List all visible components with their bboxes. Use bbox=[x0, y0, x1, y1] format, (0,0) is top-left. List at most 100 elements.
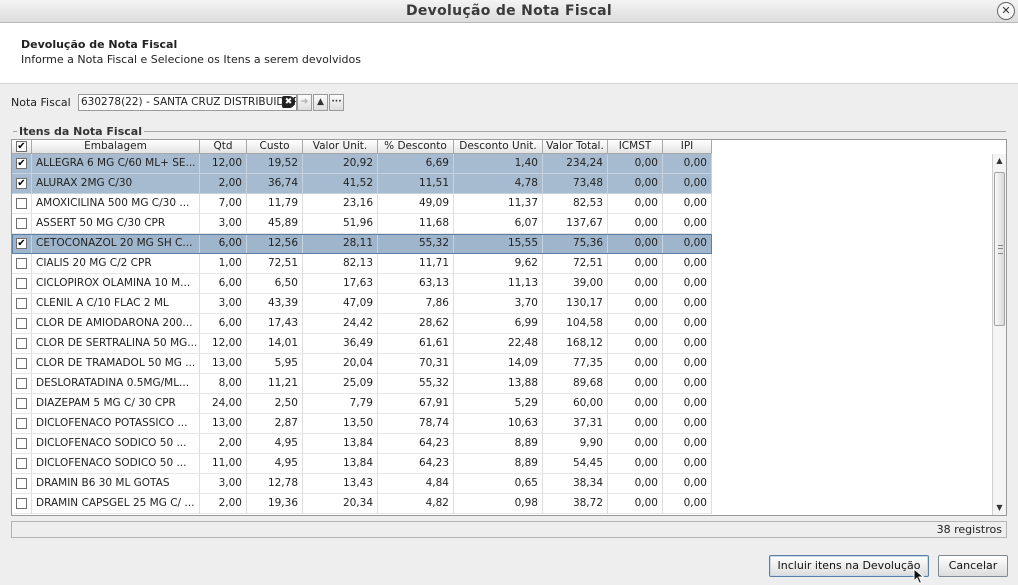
scroll-thumb[interactable] bbox=[994, 172, 1005, 326]
column-header[interactable]: IPI bbox=[663, 140, 712, 154]
select-all-checkbox[interactable]: ✔ bbox=[12, 140, 32, 154]
table-row[interactable]: CLOR DE AMIODARONA 200... 6,00 17,43 24,42 2… bbox=[12, 314, 712, 334]
cell-value: 3,00 bbox=[200, 474, 247, 494]
checkbox-checked-icon[interactable]: ✔ bbox=[16, 238, 27, 249]
cell-embalagem: CICLOPIROX OLAMINA 10 M... bbox=[32, 274, 200, 294]
include-items-button[interactable]: Incluir itens na Devolução bbox=[769, 555, 929, 577]
cell-value: 7,86 bbox=[378, 294, 454, 314]
cell-value: 4,95 bbox=[247, 434, 303, 454]
row-checkbox-cell[interactable] bbox=[12, 374, 32, 394]
close-icon[interactable]: ✕ bbox=[997, 2, 1015, 20]
checkbox-unchecked-icon[interactable] bbox=[16, 478, 27, 489]
cell-embalagem: DICLOFENACO SODICO 50 ... bbox=[32, 454, 200, 474]
table-row[interactable]: DICLOFENACO SODICO 50 ... 11,00 4,95 13,84 6… bbox=[12, 454, 712, 474]
table-row[interactable]: CLOR DE TRAMADOL 50 MG ... 13,00 5,95 20,04… bbox=[12, 354, 712, 374]
row-checkbox-cell[interactable] bbox=[12, 454, 32, 474]
checkbox-unchecked-icon[interactable] bbox=[16, 218, 27, 229]
clear-icon[interactable]: ✖ bbox=[282, 96, 295, 108]
row-checkbox-cell[interactable] bbox=[12, 434, 32, 454]
row-checkbox-cell[interactable] bbox=[12, 314, 32, 334]
checkbox-unchecked-icon[interactable] bbox=[16, 498, 27, 509]
nota-fiscal-input[interactable]: 630278(22) - SANTA CRUZ DISTRIBUIDORA bbox=[78, 94, 297, 111]
checkbox-unchecked-icon[interactable] bbox=[16, 338, 27, 349]
vertical-scrollbar[interactable]: ▲ ▼ bbox=[992, 154, 1006, 515]
table-row[interactable]: DIAZEPAM 5 MG C/ 30 CPR 24,00 2,50 7,79 67,9… bbox=[12, 394, 712, 414]
checkbox-unchecked-icon[interactable] bbox=[16, 418, 27, 429]
checkbox-unchecked-icon[interactable] bbox=[16, 258, 27, 269]
column-header[interactable]: Custo bbox=[247, 140, 303, 154]
table-row[interactable]: CIALIS 20 MG C/2 CPR 1,00 72,51 82,13 11,71 9… bbox=[12, 254, 712, 274]
table-row[interactable]: ✔ CETOCONAZOL 20 MG SH C... 6,00 12,56 28,11… bbox=[12, 234, 712, 254]
row-checkbox-cell[interactable] bbox=[12, 354, 32, 374]
table-row[interactable]: DESLORATADINA 0.5MG/ML... 8,00 11,21 25,09 5… bbox=[12, 374, 712, 394]
table-row[interactable]: DICLOFENACO SODICO 50 ... 2,00 4,95 13,84 64… bbox=[12, 434, 712, 454]
row-checkbox-cell[interactable]: ✔ bbox=[12, 174, 32, 194]
cell-value: 12,78 bbox=[247, 474, 303, 494]
cell-value: 7,00 bbox=[200, 194, 247, 214]
column-header[interactable]: Qtd bbox=[200, 140, 247, 154]
table-row[interactable]: DRAMIN B6 30 ML GOTAS 3,00 12,78 13,43 4,84 0… bbox=[12, 474, 712, 494]
row-checkbox-cell[interactable] bbox=[12, 474, 32, 494]
cancel-button[interactable]: Cancelar bbox=[938, 555, 1008, 577]
table-row[interactable]: ASSERT 50 MG C/30 CPR 3,00 45,89 51,96 11,68… bbox=[12, 214, 712, 234]
table-row[interactable]: ✔ ALLEGRA 6 MG C/60 ML+ SE... 12,00 19,52 20… bbox=[12, 154, 712, 174]
cell-value: 36,49 bbox=[303, 334, 378, 354]
table-row[interactable]: CLENIL A C/10 FLAC 2 ML 3,00 43,39 47,09 7,8… bbox=[12, 294, 712, 314]
row-checkbox-cell[interactable] bbox=[12, 414, 32, 434]
cell-value: 0,00 bbox=[608, 194, 663, 214]
row-checkbox-cell[interactable] bbox=[12, 254, 32, 274]
table-row[interactable]: AMOXICILINA 500 MG C/30 ... 7,00 11,79 23,1… bbox=[12, 194, 712, 214]
checkbox-unchecked-icon[interactable] bbox=[16, 358, 27, 369]
scroll-down-icon[interactable]: ▼ bbox=[993, 501, 1006, 515]
cell-value: 0,00 bbox=[663, 214, 712, 234]
cell-value: 24,00 bbox=[200, 394, 247, 414]
checkbox-unchecked-icon[interactable] bbox=[16, 298, 27, 309]
column-header[interactable]: Embalagem bbox=[32, 140, 200, 154]
column-header[interactable]: Valor Unit. bbox=[303, 140, 378, 154]
table-row[interactable]: CICLOPIROX OLAMINA 10 M... 6,00 6,50 17,63 6… bbox=[12, 274, 712, 294]
up-arrow-icon[interactable]: ▲ bbox=[313, 94, 328, 111]
checkbox-unchecked-icon[interactable] bbox=[16, 278, 27, 289]
cell-value: 73,48 bbox=[543, 174, 608, 194]
cell-value: 0,00 bbox=[608, 274, 663, 294]
column-header[interactable]: Desconto Unit. bbox=[454, 140, 543, 154]
row-checkbox-cell[interactable]: ✔ bbox=[12, 234, 32, 254]
column-header[interactable]: Valor Total. bbox=[543, 140, 608, 154]
row-checkbox-cell[interactable] bbox=[12, 494, 32, 514]
more-options-icon[interactable]: ··· bbox=[329, 94, 344, 111]
checkbox-unchecked-icon[interactable] bbox=[16, 318, 27, 329]
row-checkbox-cell[interactable] bbox=[12, 274, 32, 294]
go-arrow-icon[interactable]: ➔ bbox=[297, 94, 312, 111]
scroll-up-icon[interactable]: ▲ bbox=[993, 154, 1006, 168]
row-checkbox-cell[interactable] bbox=[12, 214, 32, 234]
cell-embalagem: CLOR DE AMIODARONA 200... bbox=[32, 314, 200, 334]
table-row[interactable]: DICLOFENACO POTASSICO ... 13,00 2,87 13,50 7… bbox=[12, 414, 712, 434]
checkbox-checked-icon[interactable]: ✔ bbox=[16, 178, 27, 189]
row-checkbox-cell[interactable] bbox=[12, 334, 32, 354]
cell-value: 24,42 bbox=[303, 314, 378, 334]
table-row[interactable]: ✔ ALURAX 2MG C/30 2,00 36,74 41,52 11,51 4,78 7… bbox=[12, 174, 712, 194]
checkbox-unchecked-icon[interactable] bbox=[16, 378, 27, 389]
checkbox-unchecked-icon[interactable] bbox=[16, 458, 27, 469]
table-row[interactable]: CLOR DE SERTRALINA 50 MG... 12,00 14,01 36,… bbox=[12, 334, 712, 354]
checkbox-unchecked-icon[interactable] bbox=[16, 438, 27, 449]
cell-value: 13,00 bbox=[200, 354, 247, 374]
group-title: Itens da Nota Fiscal bbox=[17, 125, 144, 138]
cell-embalagem: CLENIL A C/10 FLAC 2 ML bbox=[32, 294, 200, 314]
checkbox-unchecked-icon[interactable] bbox=[16, 398, 27, 409]
cell-value: 0,00 bbox=[608, 374, 663, 394]
cell-value: 13,00 bbox=[200, 414, 247, 434]
checkbox-checked-icon[interactable]: ✔ bbox=[16, 158, 27, 169]
row-checkbox-cell[interactable] bbox=[12, 394, 32, 414]
cell-value: 9,62 bbox=[454, 254, 543, 274]
column-header[interactable]: % Desconto bbox=[378, 140, 454, 154]
table-row[interactable]: DRAMIN CAPSGEL 25 MG C/ ... 2,00 19,36 20,3… bbox=[12, 494, 712, 514]
cell-embalagem: ALURAX 2MG C/30 bbox=[32, 174, 200, 194]
checkbox-checked-icon[interactable]: ✔ bbox=[16, 141, 27, 152]
column-header[interactable]: ICMST bbox=[608, 140, 663, 154]
cell-value: 19,52 bbox=[247, 154, 303, 174]
row-checkbox-cell[interactable] bbox=[12, 294, 32, 314]
checkbox-unchecked-icon[interactable] bbox=[16, 198, 27, 209]
row-checkbox-cell[interactable] bbox=[12, 194, 32, 214]
row-checkbox-cell[interactable]: ✔ bbox=[12, 154, 32, 174]
